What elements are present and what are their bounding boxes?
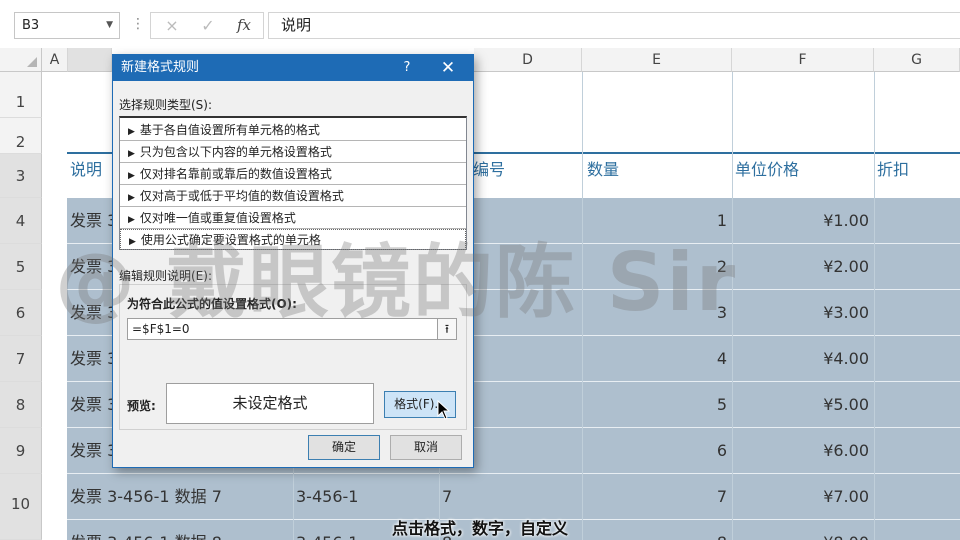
enter-entry-icon[interactable]: ✓ [191, 13, 225, 38]
table-cell[interactable]: 7 [439, 474, 582, 520]
row-header-3[interactable]: 3 [0, 154, 42, 198]
format-preview: 未设定格式 [166, 383, 374, 424]
rule-type-label: 仅对高于或低于平均值的数值设置格式 [139, 189, 344, 203]
table-cell[interactable]: ¥2.00 [732, 244, 874, 290]
table-cell[interactable]: ¥3.00 [732, 290, 874, 336]
name-box[interactable]: B3 ▼ [14, 12, 120, 39]
column-header-f[interactable]: F [732, 48, 874, 72]
row-header-4[interactable]: 4 [0, 198, 42, 244]
table-cell[interactable] [874, 290, 960, 336]
formula-input[interactable]: 说明 [268, 12, 960, 39]
row-header-9[interactable]: 9 [0, 428, 42, 474]
column-divider [874, 72, 875, 540]
column-header-a[interactable]: A [42, 48, 68, 72]
table-cell[interactable]: ¥1.00 [732, 198, 874, 244]
table-cell[interactable]: ¥4.00 [732, 336, 874, 382]
table-cell[interactable]: 6 [582, 428, 732, 474]
table-cell[interactable]: ¥5.00 [732, 382, 874, 428]
rule-type-item[interactable]: ▶ 基于各自值设置所有单元格的格式 [120, 120, 466, 141]
cancel-entry-icon[interactable]: × [155, 13, 189, 38]
row-header-5[interactable]: 5 [0, 244, 42, 290]
table-cell[interactable]: 3-456-1 [293, 474, 439, 520]
column-header-e[interactable]: E [582, 48, 732, 72]
table-cell[interactable] [874, 244, 960, 290]
formula-bar: B3 ▼ ⋮ × ✓ fx 说明 [0, 0, 960, 48]
table-cell[interactable]: 5 [582, 382, 732, 428]
dialog-title: 新建格式规则 [121, 60, 200, 75]
rule-type-item[interactable]: ▶ 只为包含以下内容的单元格设置格式 [120, 142, 466, 163]
table-cell[interactable]: 7 [582, 474, 732, 520]
watermark: @ 戴眼镜的陈 Sir [55, 236, 738, 329]
triangle-right-icon: ▶ [128, 171, 135, 181]
ok-button[interactable]: 确定 [308, 435, 380, 460]
column-header-d[interactable]: D [474, 48, 582, 72]
table-cell[interactable]: ¥6.00 [732, 428, 874, 474]
cancel-button[interactable]: 取消 [390, 435, 462, 460]
preview-label: 预览: [127, 399, 156, 413]
name-box-value: B3 [22, 18, 40, 33]
row-header-8[interactable]: 8 [0, 382, 42, 428]
table-cell[interactable] [874, 382, 960, 428]
table-cell[interactable] [874, 428, 960, 474]
column-header-g[interactable]: G [874, 48, 960, 72]
table-cell[interactable] [874, 198, 960, 244]
rule-type-item[interactable]: ▶ 仅对排名靠前或靠后的数值设置格式 [120, 164, 466, 185]
triangle-right-icon: ▶ [128, 149, 135, 159]
table-cell[interactable]: ¥7.00 [732, 474, 874, 520]
column-header-b[interactable] [68, 48, 112, 72]
table-cell[interactable] [874, 474, 960, 520]
name-box-dropdown-icon[interactable]: ▼ [106, 13, 113, 38]
row-header-2[interactable]: 2 [0, 118, 42, 154]
mouse-pointer-icon [437, 400, 451, 420]
dialog-titlebar[interactable]: 新建格式规则 ? ✕ [113, 55, 473, 81]
header-cell-discount[interactable]: 折扣 [874, 154, 960, 198]
triangle-right-icon: ▶ [128, 193, 135, 203]
triangle-right-icon: ▶ [128, 127, 135, 137]
rule-type-label: 仅对排名靠前或靠后的数值设置格式 [139, 167, 332, 181]
select-rule-type-label: 选择规则类型(S): [119, 98, 213, 112]
rule-type-label: 基于各自值设置所有单元格的格式 [139, 123, 320, 137]
close-icon[interactable]: ✕ [435, 55, 461, 81]
row-header-6[interactable]: 6 [0, 290, 42, 336]
header-cell-unit-price[interactable]: 单位价格 [732, 154, 874, 198]
select-all-triangle-icon [27, 57, 37, 67]
table-cell[interactable] [874, 336, 960, 382]
formula-buttons: × ✓ fx [150, 12, 264, 39]
insert-function-icon[interactable]: fx [227, 13, 261, 38]
formula-bar-grip-icon: ⋮ [131, 16, 145, 32]
help-icon[interactable]: ? [397, 55, 417, 81]
rule-type-label: 只为包含以下内容的单元格设置格式 [139, 145, 332, 159]
header-cell-quantity[interactable]: 数量 [582, 154, 732, 198]
rule-type-item[interactable]: ▶ 仅对高于或低于平均值的数值设置格式 [120, 186, 466, 207]
subtitle-caption: 点击格式，数字，自定义 [391, 519, 568, 538]
table-cell[interactable]: 4 [582, 336, 732, 382]
table-cell[interactable]: 发票 3-456-1 数据 7 [67, 474, 293, 520]
select-all-corner[interactable] [0, 48, 42, 72]
row-header-7[interactable]: 7 [0, 336, 42, 382]
row-header-1[interactable]: 1 [0, 72, 42, 118]
